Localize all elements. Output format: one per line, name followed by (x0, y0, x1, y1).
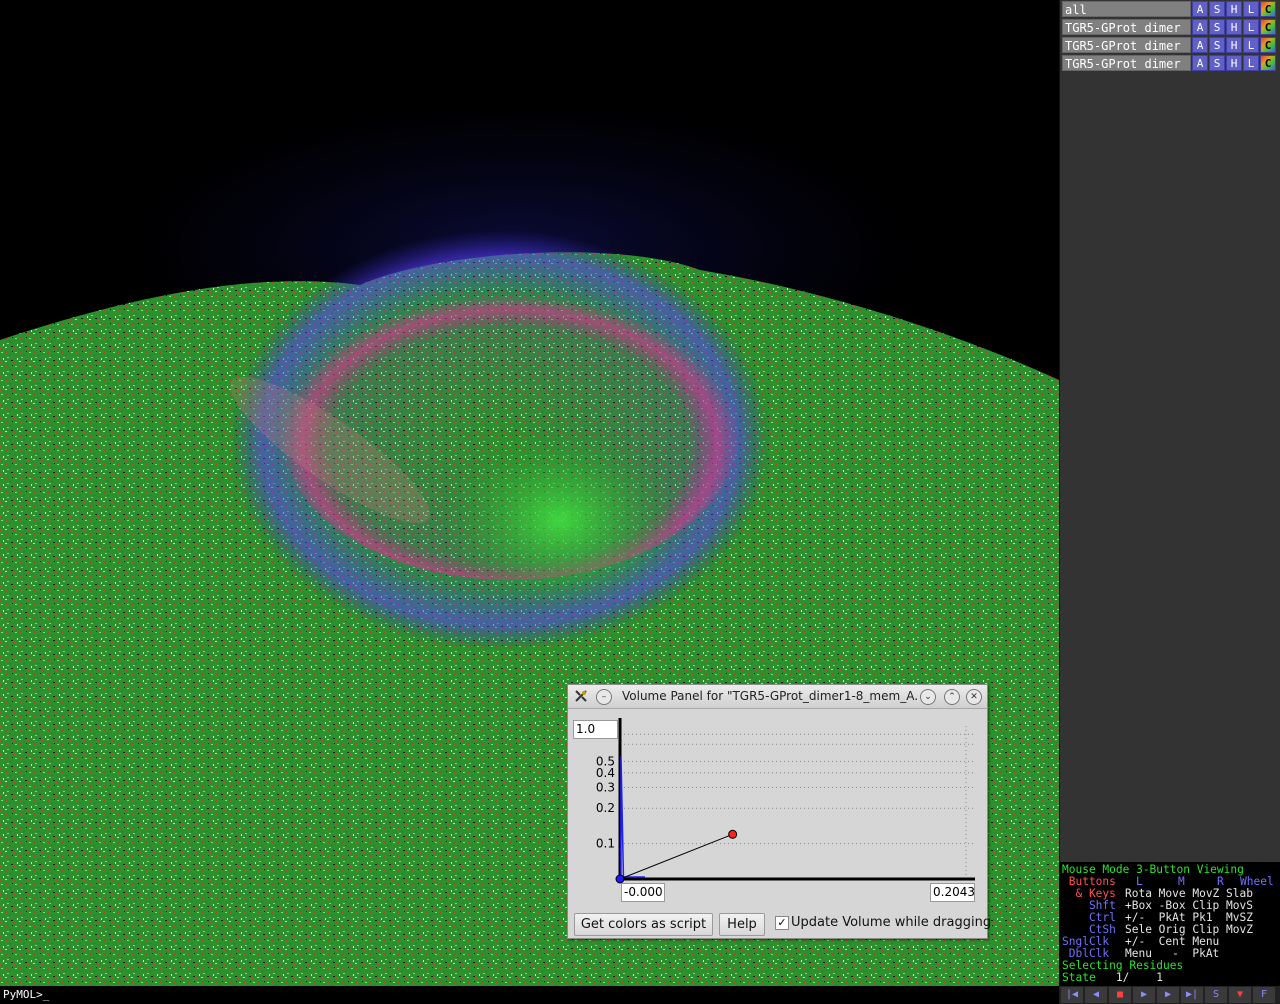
prev-frame-icon[interactable]: ◀ (1085, 987, 1107, 1003)
y-axis-ticks: 0.50.40.30.20.1 (596, 754, 615, 850)
last-frame-icon[interactable]: ▶| (1181, 987, 1203, 1003)
label-button[interactable]: L (1243, 19, 1259, 35)
color-button[interactable]: C (1260, 55, 1276, 71)
state-row: State 1/ 1 (1062, 972, 1163, 984)
object-name[interactable]: TGR5-GProt_dimer (1062, 37, 1191, 53)
show-button[interactable]: S (1209, 55, 1225, 71)
action-button[interactable]: A (1192, 1, 1208, 17)
state-value: 1/ 1 (1095, 971, 1164, 984)
show-button[interactable]: S (1209, 1, 1225, 17)
max-x-field[interactable]: 0.2043 (930, 883, 975, 902)
action-button[interactable]: A (1192, 19, 1208, 35)
y-tick-label: 0.3 (596, 780, 615, 794)
hide-button[interactable]: H (1226, 19, 1242, 35)
dialog-titlebar[interactable]: – Volume Panel for "TGR5-GProt_dimer1-8_… (568, 685, 987, 709)
mouse-mode-panel[interactable]: Mouse Mode 3-Button Viewing Buttons L M R Wh… (1059, 862, 1280, 986)
window-menu-icon[interactable]: – (596, 689, 612, 705)
label-button[interactable]: L (1243, 1, 1259, 17)
object-name[interactable]: all (1062, 1, 1191, 17)
movie-controls: |◀ ◀ ■ ▶ ▶ ▶| S ▼ F (1059, 986, 1280, 1004)
show-button[interactable]: S (1209, 19, 1225, 35)
volume-panel-dialog[interactable]: – Volume Panel for "TGR5-GProt_dimer1-8_… (567, 684, 991, 939)
control-point-red[interactable] (728, 829, 738, 839)
color-button[interactable]: C (1260, 1, 1276, 17)
app-icon (575, 690, 587, 702)
fullscreen-icon[interactable]: F (1253, 987, 1275, 1003)
update-volume-checkbox[interactable]: ✓ (775, 916, 789, 930)
max-value-field[interactable]: 1.0 (573, 720, 618, 739)
hide-button[interactable]: H (1226, 37, 1242, 53)
update-volume-label[interactable]: Update Volume while dragging (791, 915, 991, 930)
min-x-field[interactable]: -0.000 (621, 883, 665, 902)
object-name[interactable]: TGR5-GProt_dimer (1062, 19, 1191, 35)
object-row[interactable]: TGR5-GProt_dimer A S H L C (1062, 37, 1279, 53)
show-button[interactable]: S (1209, 37, 1225, 53)
state-label: State (1062, 971, 1096, 984)
label-button[interactable]: L (1243, 37, 1259, 53)
object-row[interactable]: TGR5-GProt_dimer A S H L C (1062, 19, 1279, 35)
object-name[interactable]: TGR5-GProt_dimer (1062, 55, 1191, 71)
get-colors-button[interactable]: Get colors as script (574, 913, 713, 936)
action-button[interactable]: A (1192, 55, 1208, 71)
next-frame-icon[interactable]: ▶ (1157, 987, 1179, 1003)
first-frame-icon[interactable]: |◀ (1061, 987, 1083, 1003)
help-button[interactable]: Help (719, 913, 765, 936)
stop-icon[interactable]: ■ (1109, 987, 1131, 1003)
maximize-icon[interactable]: ⌃ (944, 689, 960, 705)
dialog-title: Volume Panel for "TGR5-GProt_dimer1-8_me… (622, 689, 918, 703)
play-icon[interactable]: ▶ (1133, 987, 1155, 1003)
minimize-icon[interactable]: ⌄ (920, 689, 936, 705)
y-tick-label: 0.1 (596, 837, 615, 851)
object-row-all[interactable]: all A S H L C (1062, 1, 1279, 17)
control-point-blue[interactable] (615, 874, 625, 884)
action-button[interactable]: A (1192, 37, 1208, 53)
hide-button[interactable]: H (1226, 55, 1242, 71)
scene-icon[interactable]: S (1205, 987, 1227, 1003)
close-icon[interactable]: ✕ (966, 689, 982, 705)
color-button[interactable]: C (1260, 37, 1276, 53)
transfer-function-plot[interactable]: 0.50.40.30.20.1 (573, 716, 983, 906)
command-prompt[interactable]: PyMOL>_ (3, 988, 49, 1001)
menu-icon[interactable]: ▼ (1229, 987, 1251, 1003)
object-panel: all A S H L C TGR5-GProt_dimer A S H L C… (1059, 0, 1280, 862)
object-row[interactable]: TGR5-GProt_dimer A S H L C (1062, 55, 1279, 71)
command-line[interactable]: PyMOL>_ (0, 986, 1059, 1004)
color-button[interactable]: C (1260, 19, 1276, 35)
label-button[interactable]: L (1243, 55, 1259, 71)
hide-button[interactable]: H (1226, 1, 1242, 17)
y-tick-label: 0.4 (596, 766, 615, 780)
y-tick-label: 0.2 (596, 801, 615, 815)
